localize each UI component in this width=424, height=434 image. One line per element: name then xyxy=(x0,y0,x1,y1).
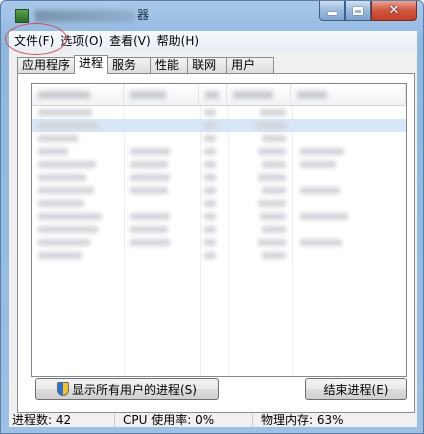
menu-file[interactable]: 文件(F) xyxy=(5,23,67,55)
process-row[interactable] xyxy=(32,106,406,119)
uac-shield-icon xyxy=(57,382,69,396)
end-process-label: 结束进程(E) xyxy=(323,382,389,397)
tab-applications[interactable]: 应用程序 xyxy=(17,57,76,74)
process-row[interactable] xyxy=(32,236,406,249)
tab-users[interactable]: 用户 xyxy=(226,57,275,74)
menu-help[interactable]: 帮助(H) xyxy=(154,31,202,51)
maximize-icon xyxy=(353,6,363,15)
show-all-users-label: 显示所有用户的进程(S) xyxy=(72,382,197,397)
status-process-count: 进程数: 42 xyxy=(9,413,115,427)
tab-networking[interactable]: 联网 xyxy=(187,57,228,74)
title-redacted xyxy=(35,9,135,22)
process-row-selected[interactable] xyxy=(32,119,406,132)
client-area: 文件(F) 选项(O) 查看(V) 帮助(H) 应用程序 进程 服务 性能 联网… xyxy=(5,23,417,427)
menu-bar: 文件(F) 选项(O) 查看(V) 帮助(H) xyxy=(5,23,417,55)
menu-options[interactable]: 选项(O) xyxy=(57,31,106,51)
process-row[interactable] xyxy=(32,210,406,223)
tab-strip: 应用程序 进程 服务 性能 联网 用户 xyxy=(17,55,275,74)
window-title: 器 xyxy=(35,6,149,24)
title-bar[interactable]: 器 ✕ xyxy=(1,1,423,31)
column-header-memory[interactable] xyxy=(227,84,291,106)
menu-view[interactable]: 查看(V) xyxy=(106,31,154,51)
menu-file-label: 文件(F) xyxy=(14,34,55,48)
process-row[interactable] xyxy=(32,184,406,197)
process-row[interactable] xyxy=(32,223,406,236)
process-list[interactable] xyxy=(31,83,407,377)
process-row[interactable] xyxy=(32,197,406,210)
process-row[interactable] xyxy=(32,158,406,171)
status-bar: 进程数: 42 CPU 使用率: 0% 物理内存: 63% xyxy=(9,413,417,427)
title-tail-text: 器 xyxy=(137,8,150,22)
column-header-cpu[interactable] xyxy=(199,84,227,106)
process-row[interactable] xyxy=(32,132,406,145)
minimize-icon xyxy=(327,12,337,15)
tab-performance[interactable]: 性能 xyxy=(150,57,189,74)
show-all-users-button[interactable]: 显示所有用户的进程(S) xyxy=(35,378,219,400)
task-manager-window: 器 ✕ 文件(F) 选项(O) 查看(V) 帮助(H) 应用程序 进程 服务 性… xyxy=(0,0,424,434)
status-cpu-usage: CPU 使用率: 0% xyxy=(115,413,253,427)
status-memory: 物理内存: 63% xyxy=(261,413,344,427)
process-row[interactable] xyxy=(32,249,406,262)
tab-processes[interactable]: 进程 xyxy=(74,55,109,74)
process-list-header xyxy=(32,84,406,106)
minimize-button[interactable] xyxy=(319,1,345,21)
process-row[interactable] xyxy=(32,145,406,158)
close-button[interactable]: ✕ xyxy=(371,1,417,21)
close-icon: ✕ xyxy=(388,3,400,18)
process-list-body xyxy=(32,106,406,262)
column-header-user[interactable] xyxy=(124,84,200,106)
column-header-description[interactable] xyxy=(291,84,406,106)
caption-buttons: ✕ xyxy=(319,1,417,21)
app-icon xyxy=(15,9,29,23)
column-header-image-name[interactable] xyxy=(32,84,124,106)
maximize-button[interactable] xyxy=(345,1,371,21)
process-row[interactable] xyxy=(32,171,406,184)
end-process-button[interactable]: 结束进程(E) xyxy=(305,378,407,400)
tab-services[interactable]: 服务 xyxy=(107,57,152,74)
